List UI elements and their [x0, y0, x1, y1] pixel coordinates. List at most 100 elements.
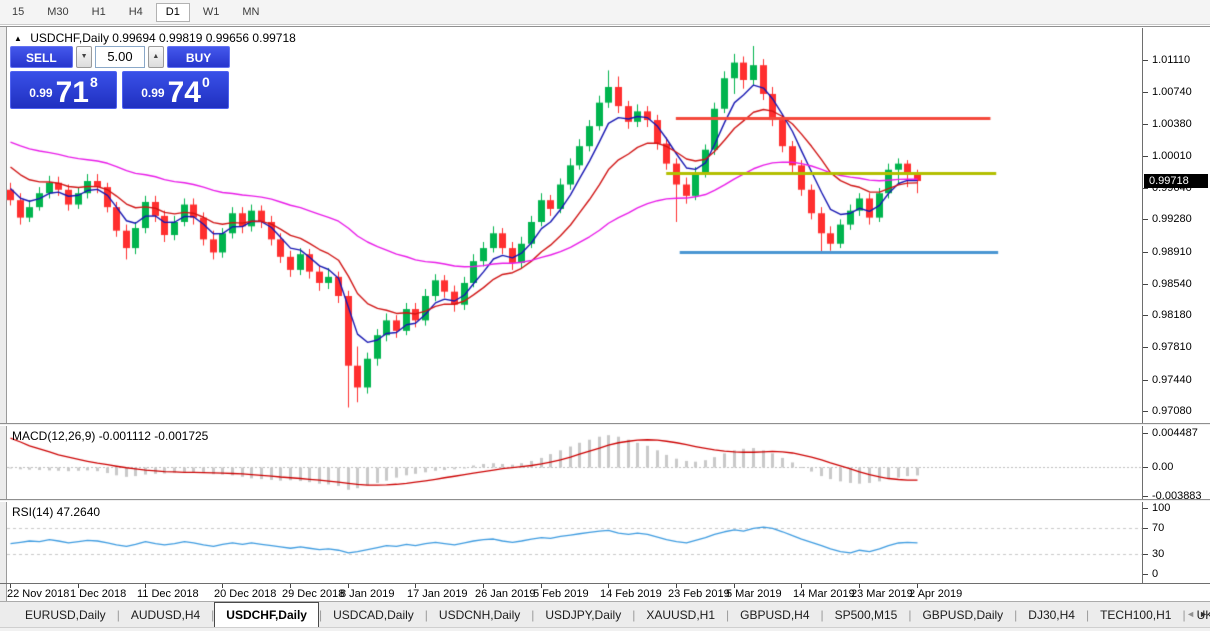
macd-axis-tick	[1143, 496, 1148, 497]
price-axis-tick	[1143, 60, 1148, 61]
price-axis-label: 0.97080	[1152, 405, 1192, 417]
tab-eurusd-daily[interactable]: EURUSD,Daily	[14, 602, 117, 627]
rsi-axis-tick	[1143, 508, 1148, 509]
tab-tech100-h1[interactable]: TECH100,H1	[1089, 602, 1182, 627]
price-axis-tick	[1143, 219, 1148, 220]
macd-title: MACD(12,26,9) -0.001112 -0.001725	[12, 429, 209, 443]
sell-price-pipette: 8	[89, 74, 98, 90]
date-axis-label: 22 Nov 2018	[7, 588, 70, 600]
chart-symbol-label: USDCHF,Daily	[30, 31, 109, 45]
rsi-canvas[interactable]	[7, 502, 1142, 583]
buy-price-box[interactable]: 0.99 74 0	[122, 71, 229, 109]
price-axis-tick	[1143, 92, 1148, 93]
chart-ohlc-values: 0.99694 0.99819 0.99656 0.99718	[112, 31, 296, 45]
date-axis-label: 23 Mar 2019	[851, 588, 913, 600]
toolbar-timeframe-h4[interactable]: H4	[119, 3, 153, 22]
rsi-axis-tick	[1143, 574, 1148, 575]
date-axis-label: 8 Jan 2019	[340, 588, 395, 600]
date-axis-label: 2 Apr 2019	[909, 588, 963, 600]
status-strip	[0, 627, 1210, 631]
tab-audusd-h4[interactable]: AUDUSD,H4	[120, 602, 211, 627]
rsi-axis-tick	[1143, 554, 1148, 555]
buy-button[interactable]: BUY	[167, 46, 230, 68]
rsi-axis-label: 70	[1152, 522, 1165, 534]
price-axis-tick	[1143, 188, 1148, 189]
price-axis-tick	[1143, 284, 1148, 285]
price-axis-label: 0.99280	[1152, 213, 1192, 225]
buy-price-pipette: 0	[201, 74, 210, 90]
price-axis-label: 1.01110	[1152, 54, 1191, 66]
rsi-title: RSI(14) 47.2640	[12, 505, 101, 519]
one-click-trading-panel: SELL ▼ 5.00 ▲ BUY 0.99 71 8 0.99 74 0	[10, 46, 230, 109]
sell-price-big-digits: 71	[55, 76, 89, 109]
date-axis-label: 14 Feb 2019	[600, 588, 662, 600]
price-axis-label: 0.98910	[1152, 246, 1192, 258]
chart-tabs-bar: EURUSD,Daily | AUDUSD,H4 | USDCHF,Daily | USDC…	[0, 601, 1210, 627]
volume-input[interactable]: 5.00	[95, 46, 145, 68]
buy-price-prefix: 0.99	[141, 86, 165, 100]
tab-usdjpy-daily[interactable]: USDJPY,Daily	[534, 602, 632, 627]
toolbar-timeframe-w1[interactable]: W1	[193, 3, 230, 22]
timeframe-toolbar: 15 M30 H1 H4 D1 W1 MN	[0, 0, 1210, 25]
tab-scroll-arrows: ◄ ►	[1186, 601, 1208, 627]
tab-usdcnh-daily[interactable]: USDCNH,Daily	[428, 602, 531, 627]
price-axis-tick	[1143, 252, 1148, 253]
price-axis-label: 0.97440	[1152, 374, 1192, 386]
price-axis-label: 1.00380	[1152, 118, 1192, 130]
buy-price-big-digits: 74	[167, 76, 201, 109]
current-price-tag: 0.99718	[1144, 174, 1208, 188]
rsi-axis-label: 100	[1152, 502, 1171, 514]
date-axis-label: 11 Dec 2018	[137, 588, 199, 600]
toolbar-timeframe-15[interactable]: 15	[2, 3, 34, 22]
tab-usdchf-daily[interactable]: USDCHF,Daily	[214, 602, 319, 627]
date-axis-label: 23 Feb 2019	[668, 588, 730, 600]
sell-price-box[interactable]: 0.99 71 8	[10, 71, 117, 109]
date-axis-label: 26 Jan 2019	[475, 588, 536, 600]
rsi-axis-label: 30	[1152, 548, 1165, 560]
macd-axis: 0.004487 0.00 -0.003883	[1142, 426, 1210, 502]
price-axis-label: 1.00010	[1152, 150, 1192, 162]
macd-axis-tick	[1143, 433, 1148, 434]
date-axis-label: 5 Mar 2019	[726, 588, 782, 600]
toolbar-timeframe-m30[interactable]: M30	[37, 3, 78, 22]
tab-xauusd-h1[interactable]: XAUUSD,H1	[635, 602, 726, 627]
price-axis-tick	[1143, 380, 1148, 381]
macd-axis-label: 0.00	[1152, 461, 1174, 473]
price-axis-tick	[1143, 156, 1148, 157]
rsi-axis-label: 0	[1152, 568, 1159, 580]
tab-gbpusd-h4[interactable]: GBPUSD,H4	[729, 602, 820, 627]
price-axis-tick	[1143, 124, 1148, 125]
price-axis-tick	[1143, 347, 1148, 348]
date-axis-label: 1 Dec 2018	[70, 588, 127, 600]
tab-usdcad-daily[interactable]: USDCAD,Daily	[322, 602, 425, 627]
date-axis-label: 20 Dec 2018	[214, 588, 277, 600]
price-axis-label: 1.00740	[1152, 86, 1192, 98]
window-left-border	[0, 27, 7, 601]
sell-price-prefix: 0.99	[29, 86, 53, 100]
macd-axis-tick	[1143, 467, 1148, 468]
tab-scroll-left-button[interactable]: ◄	[1186, 601, 1195, 627]
date-axis: 22 Nov 2018 1 Dec 2018 11 Dec 2018 20 Dec 2…	[7, 584, 1142, 601]
date-axis-label: 17 Jan 2019	[407, 588, 468, 600]
tab-sp500-m15[interactable]: SP500,M15	[824, 602, 909, 627]
date-axis-label: 29 Dec 2018	[282, 588, 345, 600]
price-axis-label: 0.98540	[1152, 278, 1192, 290]
volume-increase-button[interactable]: ▲	[147, 46, 165, 68]
price-axis-label: 0.97810	[1152, 341, 1192, 353]
price-axis-tick	[1143, 315, 1148, 316]
toolbar-timeframe-mn[interactable]: MN	[232, 3, 269, 22]
tab-gbpusd-daily[interactable]: GBPUSD,Daily	[911, 602, 1014, 627]
sell-button[interactable]: SELL	[10, 46, 73, 68]
window-top-border	[0, 26, 1210, 27]
chart-title: ▲ USDCHF,Daily 0.99694 0.99819 0.99656 0…	[14, 31, 296, 45]
price-axis: 1.01110 1.00740 1.00380 1.00010 0.99640 0.992…	[1142, 28, 1210, 423]
tab-dj30-h4[interactable]: DJ30,H4	[1017, 602, 1086, 627]
volume-decrease-button[interactable]: ▼	[75, 46, 93, 68]
date-axis-label: 5 Feb 2019	[533, 588, 589, 600]
date-axis-label: 14 Mar 2019	[793, 588, 855, 600]
price-axis-tick	[1143, 411, 1148, 412]
toolbar-timeframe-h1[interactable]: H1	[82, 3, 116, 22]
toolbar-timeframe-d1[interactable]: D1	[155, 3, 190, 22]
collapse-icon[interactable]: ▲	[14, 34, 22, 43]
tab-scroll-right-button[interactable]: ►	[1199, 601, 1208, 627]
